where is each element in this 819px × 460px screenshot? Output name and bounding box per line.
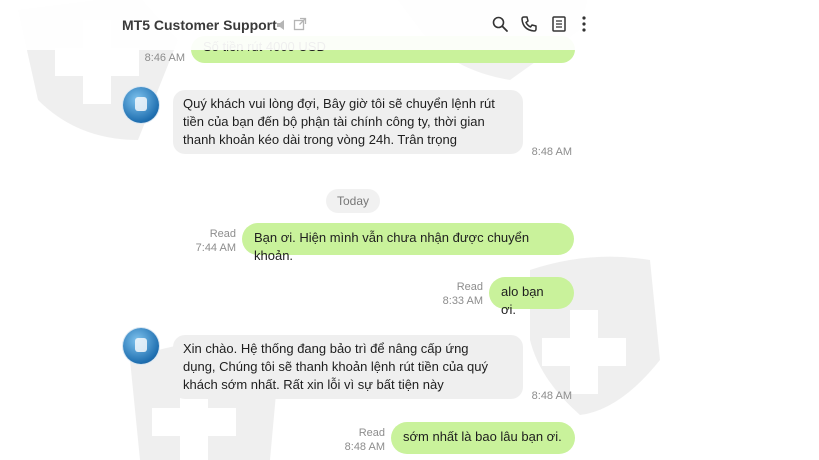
more-icon[interactable] (577, 15, 591, 33)
message-text: Bạn ơi. Hiện mình vẫn chưa nhận được chu… (254, 230, 530, 263)
search-icon[interactable] (491, 15, 509, 33)
message-time: 8:48 AM (531, 390, 572, 402)
date-divider: Today (326, 189, 380, 213)
message-line: Xin chào. Hệ thống đang bảo trì để nâng … (183, 341, 469, 356)
chat-header: MT5 Customer Support (0, 0, 819, 50)
speaker-muted-icon[interactable] (275, 18, 289, 32)
outgoing-message-bubble[interactable]: sớm nhất là bao lâu bạn ơi. (391, 422, 575, 454)
message-time: 8:46 AM (144, 52, 185, 64)
message-line: thanh khoản kéo dài trong vòng 24h. Trân… (183, 132, 457, 147)
message-line: tiền của bạn đến bộ phận tài chính công … (183, 114, 485, 129)
read-status: Read (456, 281, 483, 293)
avatar[interactable] (123, 87, 159, 123)
avatar[interactable] (123, 328, 159, 364)
read-status: Read (209, 228, 236, 240)
incoming-message-bubble[interactable]: Quý khách vui lòng đợi, Bây giờ tôi sẽ c… (173, 90, 523, 154)
outgoing-message-bubble[interactable]: alo bạn ơi. (489, 277, 574, 317)
message-line: Quý khách vui lòng đợi, Bây giờ tôi sẽ c… (183, 96, 495, 111)
message-text: sớm nhất là bao lâu bạn ơi. (403, 429, 562, 444)
message-time: 8:48 AM (531, 146, 572, 158)
message-line: dụng, Chúng tôi sẽ thanh khoản lệnh rút … (183, 359, 488, 374)
notes-icon[interactable] (551, 15, 567, 33)
popout-icon[interactable] (293, 17, 307, 31)
message-time: 8:48 AM (344, 441, 385, 453)
phone-icon[interactable] (520, 15, 538, 33)
incoming-message-bubble[interactable]: Xin chào. Hệ thống đang bảo trì để nâng … (173, 335, 523, 399)
message-time: 7:44 AM (195, 242, 236, 254)
outgoing-message-bubble[interactable]: Bạn ơi. Hiện mình vẫn chưa nhận được chu… (242, 223, 574, 263)
message-time: 8:33 AM (442, 295, 483, 307)
message-line: khách sớm nhất. Rất xin lỗi vì sự bất ti… (183, 377, 444, 392)
chat-title: MT5 Customer Support (122, 17, 277, 33)
read-status: Read (358, 427, 385, 439)
